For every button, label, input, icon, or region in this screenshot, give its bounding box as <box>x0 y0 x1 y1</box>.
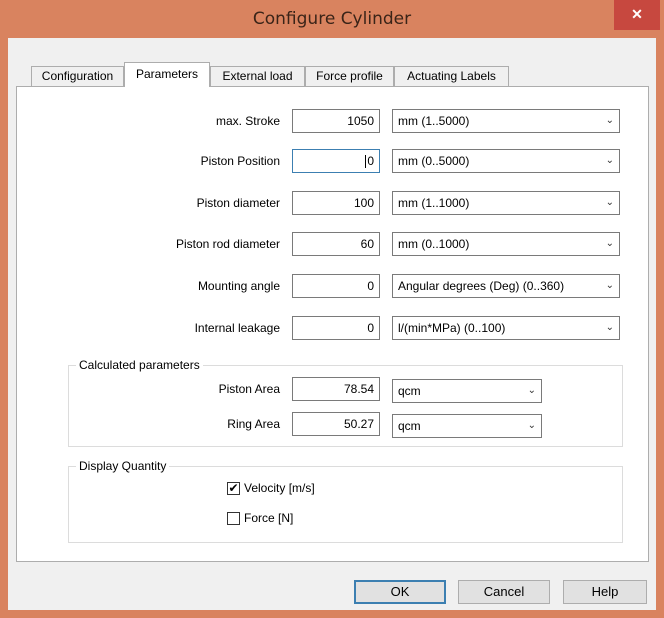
chevron-down-icon: ⌄ <box>527 385 536 396</box>
internal-leakage-unit-select[interactable]: l/(min*MPa) (0..100) ⌄ <box>392 316 620 340</box>
unit-label: qcm <box>398 419 421 433</box>
piston-diameter-input[interactable]: 100 <box>292 191 380 215</box>
chevron-down-icon: ⌄ <box>605 197 614 208</box>
piston-position-label: Piston Position <box>200 154 280 168</box>
unit-label: mm (1..5000) <box>398 114 470 128</box>
mounting-angle-label: Mounting angle <box>197 279 280 293</box>
chevron-down-icon: ⌄ <box>605 115 614 126</box>
display-quantity-group <box>68 466 623 543</box>
internal-leakage-input[interactable]: 0 <box>292 316 380 340</box>
mounting-angle-input[interactable]: 0 <box>292 274 380 298</box>
chevron-down-icon: ⌄ <box>605 238 614 249</box>
chevron-down-icon: ⌄ <box>605 155 614 166</box>
piston-area-label: Piston Area <box>218 382 280 396</box>
tab-label: Force profile <box>316 69 383 83</box>
tab-label: Actuating Labels <box>407 69 496 83</box>
unit-label: qcm <box>398 384 421 398</box>
window-title: Configure Cylinder <box>252 9 412 29</box>
max-stroke-unit-select[interactable]: mm (1..5000) ⌄ <box>392 109 620 133</box>
piston-rod-diameter-unit-select[interactable]: mm (0..1000) ⌄ <box>392 232 620 256</box>
chevron-down-icon: ⌄ <box>527 420 536 431</box>
tab-configuration[interactable]: Configuration <box>31 66 124 86</box>
max-stroke-label: max. Stroke <box>215 114 280 128</box>
ring-area-value[interactable]: 50.27 <box>292 412 380 436</box>
tab-label: External load <box>222 69 293 83</box>
unit-label: mm (0..1000) <box>398 237 470 251</box>
velocity-label[interactable]: Velocity [m/s] <box>244 481 315 495</box>
piston-area-unit-select[interactable]: qcm ⌄ <box>392 379 542 403</box>
unit-label: Angular degrees (Deg) (0..360) <box>398 279 565 293</box>
ok-button[interactable]: OK <box>354 580 446 604</box>
unit-label: mm (1..1000) <box>398 196 470 210</box>
ring-area-label: Ring Area <box>227 417 280 431</box>
close-icon: ✕ <box>631 6 643 22</box>
chevron-down-icon: ⌄ <box>605 322 614 333</box>
cancel-button[interactable]: Cancel <box>458 580 550 604</box>
calculated-parameters-title: Calculated parameters <box>76 358 203 372</box>
ring-area-unit-select[interactable]: qcm ⌄ <box>392 414 542 438</box>
force-label[interactable]: Force [N] <box>244 511 293 525</box>
tab-parameters[interactable]: Parameters <box>124 62 210 87</box>
unit-label: l/(min*MPa) (0..100) <box>398 321 506 335</box>
max-stroke-input[interactable]: 1050 <box>292 109 380 133</box>
piston-diameter-label: Piston diameter <box>196 196 280 210</box>
tab-actuating-labels[interactable]: Actuating Labels <box>394 66 509 86</box>
tab-label: Parameters <box>135 67 199 81</box>
tab-label: Configuration <box>41 69 114 83</box>
tab-external-load[interactable]: External load <box>210 66 305 86</box>
tab-force-profile[interactable]: Force profile <box>305 66 394 86</box>
piston-position-value: 0 <box>367 154 374 168</box>
piston-position-unit-select[interactable]: mm (0..5000) ⌄ <box>392 149 620 173</box>
velocity-checkbox[interactable]: ✔ <box>227 482 240 495</box>
piston-rod-diameter-input[interactable]: 60 <box>292 232 380 256</box>
internal-leakage-label: Internal leakage <box>194 321 280 335</box>
force-checkbox[interactable] <box>227 512 240 525</box>
piston-diameter-unit-select[interactable]: mm (1..1000) ⌄ <box>392 191 620 215</box>
mounting-angle-unit-select[interactable]: Angular degrees (Deg) (0..360) ⌄ <box>392 274 620 298</box>
piston-rod-diameter-label: Piston rod diameter <box>175 237 280 251</box>
help-button[interactable]: Help <box>563 580 647 604</box>
unit-label: mm (0..5000) <box>398 154 470 168</box>
title-bar: Configure Cylinder ✕ <box>0 0 664 38</box>
piston-area-value[interactable]: 78.54 <box>292 377 380 401</box>
close-button[interactable]: ✕ <box>614 0 660 30</box>
display-quantity-title: Display Quantity <box>76 459 170 473</box>
chevron-down-icon: ⌄ <box>605 280 614 291</box>
piston-position-input[interactable]: 0 <box>292 149 380 173</box>
